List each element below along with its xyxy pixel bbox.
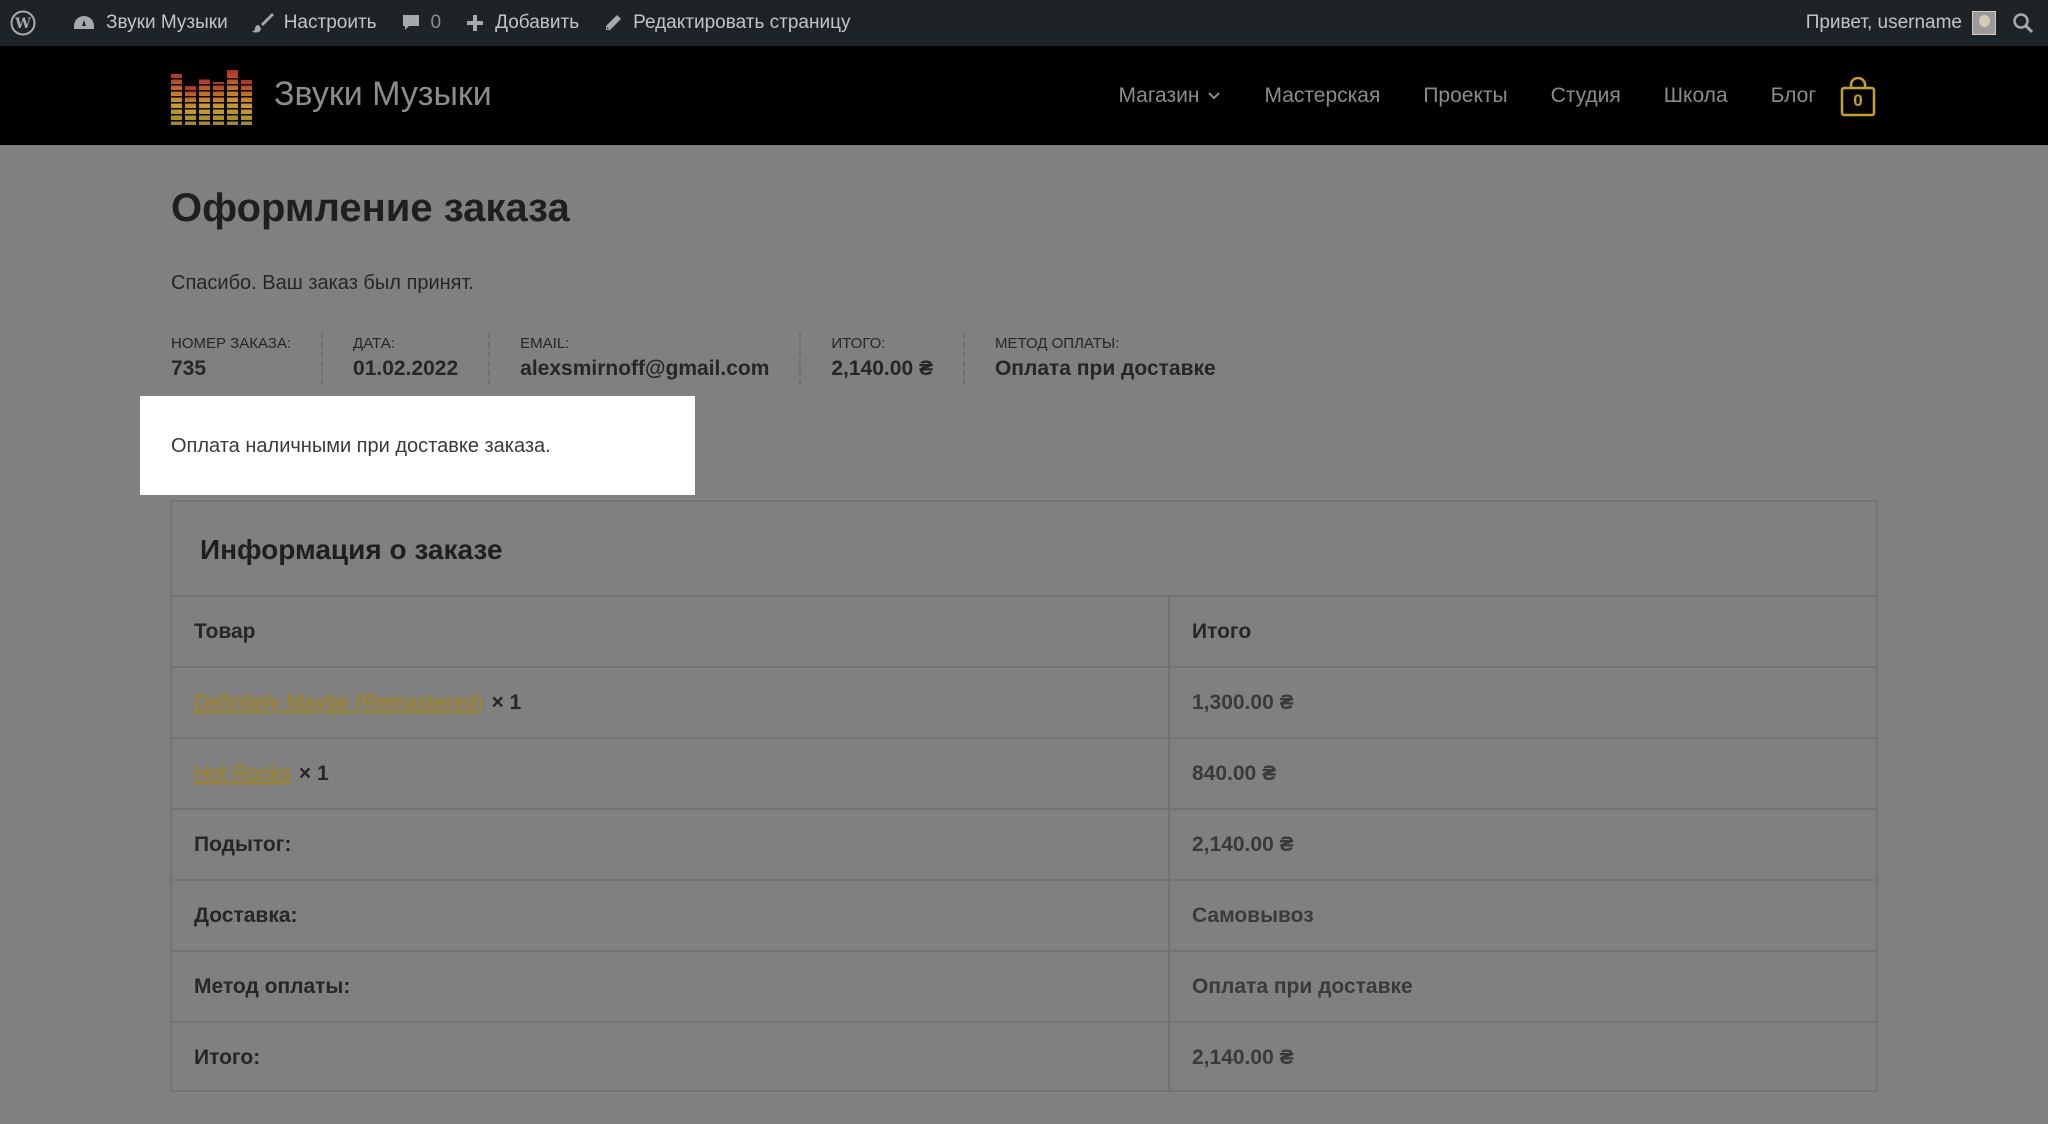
chevron-down-icon bbox=[1208, 91, 1221, 99]
search-icon bbox=[2013, 13, 2034, 34]
column-header-product: Товар bbox=[194, 619, 256, 643]
totals-label: Итого: bbox=[194, 1045, 261, 1069]
totals-value: Оплата при доставке bbox=[1192, 974, 1413, 998]
product-quantity: × 1 bbox=[491, 690, 522, 714]
order-details: Информация о заказе Товар Итого Definite… bbox=[170, 500, 1878, 1092]
overview-value: 735 bbox=[171, 357, 207, 380]
payment-notice: Оплата наличными при доставке заказа. bbox=[140, 396, 695, 495]
overview-value: alexsmirnoff@gmail.com bbox=[520, 357, 770, 380]
thank-you-message: Спасибо. Ваш заказ был принят. bbox=[171, 272, 474, 294]
overview-value: 01.02.2022 bbox=[353, 357, 459, 380]
order-number: Номер заказа: 735 bbox=[171, 333, 324, 385]
add-new-label: Добавить bbox=[495, 12, 580, 33]
main-nav: Магазин Мастерская Проекты Студия Школа … bbox=[1075, 46, 1816, 145]
brush-icon bbox=[251, 13, 274, 33]
nav-item-studio[interactable]: Студия bbox=[1551, 84, 1621, 108]
account-menu[interactable]: Привет, username bbox=[1794, 0, 1996, 46]
greeting-text: Привет, username bbox=[1805, 12, 1962, 33]
admin-site-link[interactable]: Звуки Музыки bbox=[60, 0, 240, 46]
avatar bbox=[1972, 11, 1996, 35]
cart-count: 0 bbox=[1853, 91, 1863, 110]
admin-bar: W Звуки Музыки Настроить 0 Добавить Реда… bbox=[0, 0, 2048, 46]
customize-label: Настроить bbox=[283, 12, 377, 33]
totals-value: 2,140.00 ₴ bbox=[1192, 1045, 1294, 1069]
order-payment-method: Метод оплаты: Оплата при доставке bbox=[995, 333, 1246, 385]
overview-label: Дата: bbox=[353, 335, 395, 352]
overview-label: Итого: bbox=[831, 335, 886, 352]
overview-value: 2,140.00 ₴ bbox=[831, 357, 933, 380]
admin-site-name: Звуки Музыки bbox=[106, 12, 228, 33]
site-title[interactable]: Звуки Музыки bbox=[274, 74, 492, 114]
edit-page-link[interactable]: Редактировать страницу bbox=[591, 0, 862, 46]
edit-page-label: Редактировать страницу bbox=[633, 12, 851, 33]
order-email: Email: alexsmirnoff@gmail.com bbox=[520, 333, 802, 385]
shipping-row: Доставка: Самовывоз bbox=[172, 881, 1876, 952]
add-new-link[interactable]: Добавить bbox=[453, 0, 591, 46]
totals-label: Доставка: bbox=[194, 903, 298, 927]
overview-label: Метод оплаты: bbox=[994, 335, 1120, 352]
admin-search-button[interactable] bbox=[1996, 0, 2048, 46]
payment-method-row: Метод оплаты: Оплата при доставке bbox=[172, 952, 1876, 1023]
product-quantity: × 1 bbox=[298, 761, 329, 785]
totals-value: Самовывоз bbox=[1192, 903, 1314, 927]
column-header-total: Итого bbox=[1192, 619, 1252, 643]
totals-value: 2,140.00 ₴ bbox=[1192, 832, 1294, 856]
equalizer-logo-icon[interactable] bbox=[171, 68, 255, 125]
order-total: Итого: 2,140.00 ₴ bbox=[831, 333, 965, 385]
product-link[interactable]: Definitely Maybe (Remastered) bbox=[194, 691, 483, 715]
customize-link[interactable]: Настроить bbox=[240, 0, 389, 46]
totals-label: Подытог: bbox=[194, 832, 292, 856]
overview-value: Оплата при доставке bbox=[994, 357, 1216, 380]
pencil-icon bbox=[606, 15, 622, 30]
line-total: 840.00 ₴ bbox=[1192, 761, 1277, 785]
nav-item-workshop[interactable]: Мастерская bbox=[1264, 84, 1380, 108]
overview-label: Номер заказа: bbox=[171, 335, 292, 352]
plus-icon bbox=[467, 15, 484, 31]
nav-item-school[interactable]: Школа bbox=[1664, 84, 1728, 108]
order-details-title: Информация о заказе bbox=[200, 534, 503, 565]
subtotal-row: Подытог: 2,140.00 ₴ bbox=[172, 810, 1876, 881]
comments-link[interactable]: 0 bbox=[389, 0, 454, 46]
svg-text:W: W bbox=[14, 16, 31, 32]
order-date: Дата: 01.02.2022 bbox=[353, 333, 491, 385]
order-total-row: Итого: 2,140.00 ₴ bbox=[172, 1023, 1876, 1094]
comment-icon bbox=[402, 15, 419, 30]
nav-item-blog[interactable]: Блог bbox=[1771, 84, 1816, 108]
dashboard-icon bbox=[74, 16, 94, 29]
product-cell: Hot Rocks × 1 bbox=[194, 739, 329, 808]
wordpress-logo-icon[interactable]: W bbox=[0, 0, 60, 46]
product-cell: Definitely Maybe (Remastered) × 1 bbox=[194, 668, 521, 737]
table-row: Hot Rocks × 1 840.00 ₴ bbox=[172, 739, 1876, 810]
nav-item-projects[interactable]: Проекты bbox=[1423, 84, 1507, 108]
table-row: Definitely Maybe (Remastered) × 1 1,300.… bbox=[172, 668, 1876, 739]
comments-count: 0 bbox=[430, 12, 442, 33]
cart-button[interactable]: 0 bbox=[1839, 76, 1877, 117]
product-link[interactable]: Hot Rocks bbox=[194, 762, 291, 786]
line-total: 1,300.00 ₴ bbox=[1192, 690, 1294, 714]
page-title: Оформление заказа bbox=[171, 186, 570, 230]
table-header-row: Товар Итого bbox=[172, 597, 1876, 668]
overview-label: Email: bbox=[520, 335, 570, 352]
payment-notice-text: Оплата наличными при доставке заказа. bbox=[171, 435, 551, 457]
nav-item-shop[interactable]: Магазин bbox=[1118, 84, 1221, 108]
totals-label: Метод оплаты: bbox=[194, 974, 351, 998]
order-overview: Номер заказа: 735 Дата: 01.02.2022 Email… bbox=[171, 333, 1276, 385]
site-header: Звуки Музыки Магазин Мастерская Проекты … bbox=[0, 46, 2048, 145]
nav-item-label: Магазин bbox=[1118, 83, 1200, 107]
